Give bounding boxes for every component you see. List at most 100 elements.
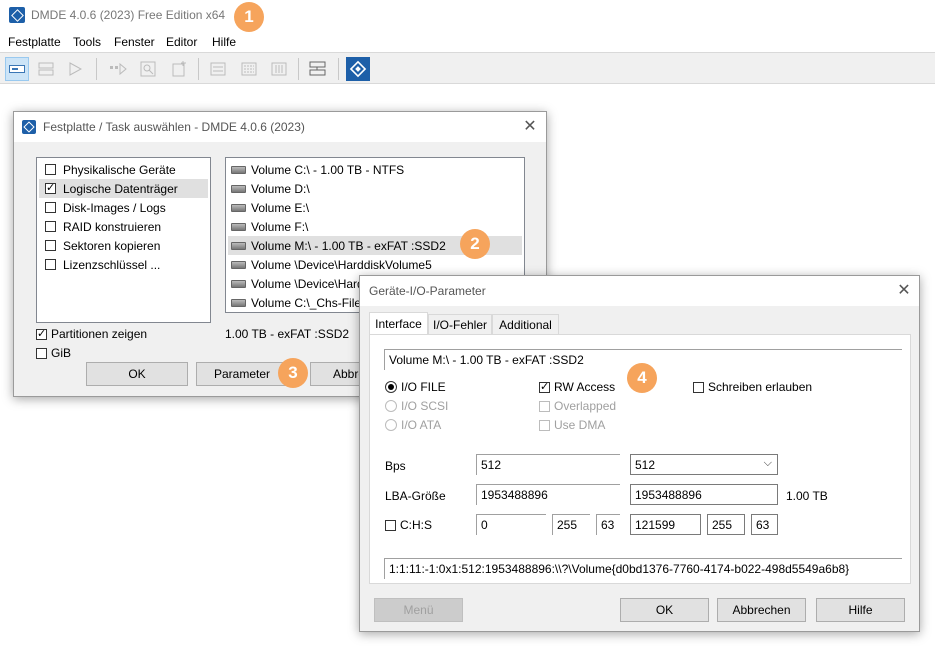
task-checkbox[interactable] [45, 221, 56, 232]
device-params-icon[interactable] [306, 57, 330, 81]
task-item[interactable]: Sektoren kopieren [39, 236, 208, 255]
volume-item[interactable]: Volume C:\ - 1.00 TB - NTFS [228, 160, 522, 179]
use-dma-checkbox[interactable]: Use DMA [539, 418, 605, 432]
chs-checkbox[interactable]: C:H:S [385, 518, 432, 532]
bps-field[interactable]: 512 [476, 454, 620, 475]
badge-2: 2 [460, 229, 490, 259]
task-checkbox[interactable] [45, 202, 56, 213]
checkbox[interactable] [693, 381, 704, 393]
chs-h-field[interactable]: 255 [552, 514, 590, 535]
badge-3: 3 [278, 358, 308, 388]
chs-c-field[interactable]: 0 [476, 514, 546, 535]
checkbox-label: Use DMA [554, 418, 606, 432]
new-document-icon[interactable] [167, 57, 191, 81]
device-path-field[interactable]: 1:1:11:-1:0x1:512:1953488896:\\?\Volume{… [384, 558, 902, 579]
io-scsi-radio[interactable]: I/O SCSI [385, 399, 448, 413]
task-list[interactable]: Physikalische Geräte Logische Datenträge… [36, 157, 211, 323]
task-item[interactable]: Disk-Images / Logs [39, 198, 208, 217]
disk-icon [231, 260, 246, 269]
menu-tools[interactable]: Tools [73, 35, 101, 49]
io-dialog-titlebar: Geräte-I/O-Parameter ✕ [360, 276, 919, 306]
detail-view-icon[interactable] [237, 57, 261, 81]
task-item[interactable]: RAID konstruieren [39, 217, 208, 236]
volume-label: Volume M:\ - 1.00 TB - exFAT :SSD2 [251, 238, 446, 253]
help-button[interactable]: Hilfe [816, 598, 905, 622]
cancel-button[interactable]: Abbrechen [717, 598, 806, 622]
chs-c-field-2[interactable]: 121599 [630, 514, 701, 535]
volume-item[interactable]: Volume D:\ [228, 179, 522, 198]
badge-1: 1 [234, 2, 264, 32]
chs-s-field[interactable]: 63 [596, 514, 620, 535]
task-item[interactable]: Lizenzschlüssel ... [39, 255, 208, 274]
checkbox-label: GiB [51, 346, 72, 360]
gib-checkbox[interactable]: GiB [36, 346, 71, 360]
show-partitions-checkbox[interactable]: Partitionen zeigen [36, 327, 147, 341]
checkbox[interactable] [385, 519, 396, 531]
tab-additional[interactable]: Additional [492, 314, 559, 335]
disk-icon [231, 222, 246, 231]
radio[interactable] [385, 381, 397, 393]
search-icon[interactable] [136, 57, 160, 81]
task-checkbox[interactable] [45, 259, 56, 270]
checkbox-label: Overlapped [554, 399, 617, 413]
ok-button[interactable]: OK [86, 362, 188, 386]
radio-label: I/O SCSI [401, 399, 449, 413]
volume-label: Volume E:\ [251, 200, 310, 215]
menu-hilfe[interactable]: Hilfe [212, 35, 236, 49]
list-view-icon[interactable] [206, 57, 230, 81]
app-title: DMDE 4.0.6 (2023) Free Edition x64 [31, 8, 226, 22]
hex-view-icon[interactable] [267, 57, 291, 81]
task-checkbox[interactable] [45, 181, 56, 194]
task-item[interactable]: Logische Datenträger [39, 179, 208, 198]
disk-icon [231, 279, 246, 288]
io-file-radio[interactable]: I/O FILE [385, 380, 446, 394]
tab-interface[interactable]: Interface [369, 312, 428, 335]
menu-editor[interactable]: Editor [166, 35, 197, 49]
allow-write-checkbox[interactable]: Schreiben erlauben [693, 380, 812, 394]
task-item[interactable]: Physikalische Geräte [39, 160, 208, 179]
radio[interactable] [385, 400, 397, 412]
parameter-button[interactable]: Parameter [196, 362, 288, 386]
chs-h-field-2[interactable]: 255 [707, 514, 745, 535]
menu-button[interactable]: Menü [374, 598, 463, 622]
step-forward-icon[interactable] [106, 57, 130, 81]
task-dialog-title: Festplatte / Task auswählen - DMDE 4.0.6… [43, 120, 305, 134]
partitions-icon[interactable] [34, 57, 58, 81]
task-checkbox[interactable] [45, 164, 56, 175]
checkbox[interactable] [539, 419, 550, 431]
volume-item[interactable]: Volume E:\ [228, 198, 522, 217]
checkbox[interactable] [36, 347, 47, 359]
menu-fenster[interactable]: Fenster [114, 35, 155, 49]
overlapped-checkbox[interactable]: Overlapped [539, 399, 616, 413]
close-icon[interactable]: ✕ [894, 281, 914, 301]
menu-festplatte[interactable]: Festplatte [8, 35, 61, 49]
checkbox-label: Partitionen zeigen [51, 327, 148, 341]
dmde-logo-icon [22, 120, 36, 134]
checkbox[interactable] [36, 327, 47, 340]
dmde-logo-button-icon[interactable] [346, 57, 370, 81]
tab-io-errors[interactable]: I/O-Fehler [428, 314, 492, 335]
radio-label: I/O FILE [401, 380, 446, 394]
ok-button[interactable]: OK [620, 598, 709, 622]
close-icon[interactable]: ✕ [520, 117, 540, 137]
volume-label: Volume C:\ - 1.00 TB - NTFS [251, 162, 405, 177]
disk-icon [231, 184, 246, 193]
chs-s-field-2[interactable]: 63 [751, 514, 778, 535]
io-ata-radio[interactable]: I/O ATA [385, 418, 441, 432]
task-label: Disk-Images / Logs [63, 200, 166, 215]
lba-field[interactable]: 1953488896 [476, 484, 620, 505]
checkbox[interactable] [539, 400, 550, 412]
lba-field-2[interactable]: 1953488896 [630, 484, 778, 505]
rw-access-checkbox[interactable]: RW Access [539, 380, 615, 394]
checkbox-label: C:H:S [400, 518, 433, 532]
task-label: Lizenzschlüssel ... [63, 257, 161, 272]
task-label: RAID konstruieren [63, 219, 162, 234]
radio[interactable] [385, 419, 397, 431]
checkbox[interactable] [539, 380, 550, 393]
task-checkbox[interactable] [45, 240, 56, 251]
drive-select-icon[interactable] [5, 57, 29, 81]
bps-label: Bps [385, 459, 406, 473]
bps-select[interactable]: 512 ⌵ [630, 454, 778, 475]
checkbox-label: RW Access [554, 380, 616, 394]
play-icon[interactable] [63, 57, 87, 81]
